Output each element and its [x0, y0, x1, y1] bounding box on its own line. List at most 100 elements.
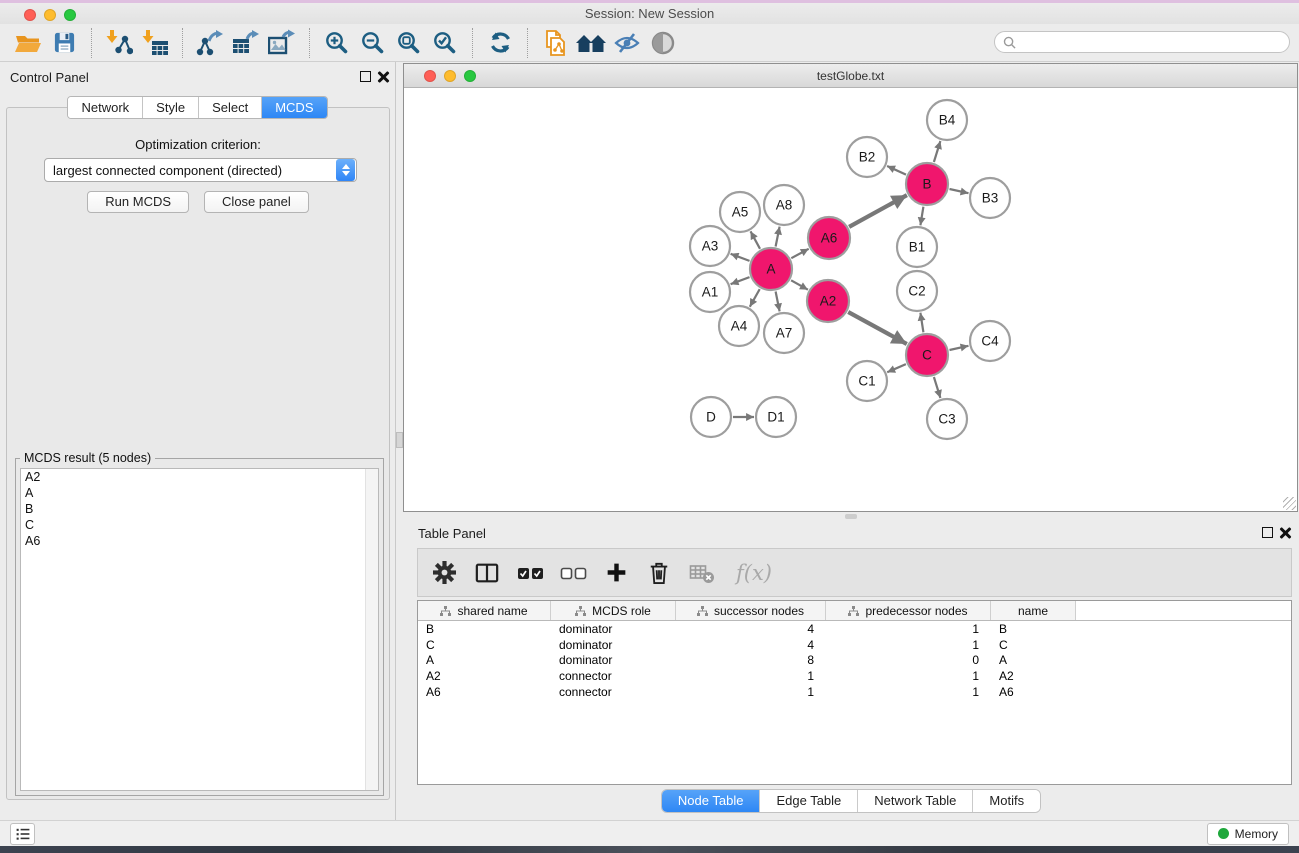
graph-node-A[interactable]: A	[750, 248, 792, 290]
table-cell[interactable]: A6	[991, 685, 1076, 699]
search-input[interactable]	[1021, 35, 1281, 50]
graph-node-B4[interactable]: B4	[927, 100, 967, 140]
tab-network[interactable]: Network	[68, 97, 142, 118]
table-cell[interactable]: A6	[418, 685, 551, 699]
table-cell[interactable]: 8	[676, 653, 826, 667]
edge-A-A2[interactable]	[791, 280, 808, 289]
horizontal-splitter-grip[interactable]	[845, 514, 857, 519]
tab-network-table[interactable]: Network Table	[857, 790, 972, 812]
graph-node-D1[interactable]: D1	[756, 397, 796, 437]
table-cell[interactable]: A2	[991, 669, 1076, 683]
open-session-button[interactable]	[10, 27, 46, 59]
deselect-all-button[interactable]	[559, 559, 587, 587]
edge-A-A1[interactable]	[731, 277, 750, 284]
edge-B-B3[interactable]	[950, 189, 969, 193]
delete-table-button[interactable]	[688, 559, 716, 587]
edge-A-A5[interactable]	[751, 231, 761, 249]
graph-node-A8[interactable]: A8	[764, 185, 804, 225]
mcds-result-list[interactable]: A2ABCA6	[20, 468, 379, 791]
hide-details-button[interactable]	[609, 27, 645, 59]
zoom-window-button[interactable]	[464, 70, 476, 82]
graph-node-A5[interactable]: A5	[720, 192, 760, 232]
table-row[interactable]: A2connector11A2	[418, 668, 1291, 684]
minimize-window-button[interactable]	[44, 9, 56, 21]
tab-select[interactable]: Select	[198, 97, 261, 118]
edge-C-C3[interactable]	[934, 377, 941, 398]
network-window-titlebar[interactable]: testGlobe.txt	[404, 64, 1297, 88]
table-cell[interactable]: 1	[676, 669, 826, 683]
vertical-splitter-grip[interactable]	[396, 432, 403, 448]
edge-A6-B[interactable]	[849, 195, 907, 227]
table-settings-button[interactable]	[430, 559, 458, 587]
graph-node-B2[interactable]: B2	[847, 137, 887, 177]
run-mcds-button[interactable]: Run MCDS	[87, 191, 189, 213]
table-cell[interactable]: connector	[551, 669, 676, 683]
export-image-button[interactable]	[264, 27, 300, 59]
close-panel-button[interactable]: Close panel	[204, 191, 309, 213]
mcds-result-item[interactable]: C	[21, 517, 378, 533]
table-row[interactable]: A6connector11A6	[418, 684, 1291, 700]
edge-B-B2[interactable]	[887, 166, 906, 175]
table-cell[interactable]: A	[418, 653, 551, 667]
edge-B-B1[interactable]	[920, 207, 923, 226]
edge-C-C2[interactable]	[920, 313, 923, 333]
table-cell[interactable]: dominator	[551, 622, 676, 636]
graph-node-A2[interactable]: A2	[807, 280, 849, 322]
close-window-button[interactable]	[24, 9, 36, 21]
close-window-button[interactable]	[424, 70, 436, 82]
float-panel-icon[interactable]	[1262, 527, 1273, 538]
table-cell[interactable]: dominator	[551, 638, 676, 652]
graph-node-A3[interactable]: A3	[690, 226, 730, 266]
delete-column-button[interactable]	[645, 559, 673, 587]
graph-node-B1[interactable]: B1	[897, 227, 937, 267]
criterion-select[interactable]: largest connected component (directed)	[44, 158, 357, 182]
table-cell[interactable]: 4	[676, 622, 826, 636]
graph-node-C1[interactable]: C1	[847, 361, 887, 401]
table-cell[interactable]: A	[991, 653, 1076, 667]
table-cell[interactable]: 1	[826, 638, 991, 652]
zoom-window-button[interactable]	[64, 9, 76, 21]
zoom-in-button[interactable]	[319, 27, 355, 59]
copy-network-style-button[interactable]	[537, 27, 573, 59]
zoom-selected-button[interactable]	[427, 27, 463, 59]
column-header-shared-name[interactable]: shared name	[418, 601, 551, 620]
graph-node-C4[interactable]: C4	[970, 321, 1010, 361]
table-row[interactable]: Adominator80A	[418, 653, 1291, 669]
table-cell[interactable]: 1	[826, 685, 991, 699]
column-header-mcds-role[interactable]: MCDS role	[551, 601, 676, 620]
table-cell[interactable]: 1	[676, 685, 826, 699]
memory-button[interactable]: Memory	[1207, 823, 1289, 845]
node-table[interactable]: shared nameMCDS rolesuccessor nodesprede…	[417, 600, 1292, 785]
edge-A-A4[interactable]	[750, 289, 760, 307]
table-cell[interactable]: B	[418, 622, 551, 636]
show-details-button[interactable]	[645, 27, 681, 59]
save-session-button[interactable]	[46, 27, 82, 59]
import-network-button[interactable]	[101, 27, 137, 59]
graph-node-A1[interactable]: A1	[690, 272, 730, 312]
table-cell[interactable]: C	[991, 638, 1076, 652]
float-panel-icon[interactable]	[360, 71, 371, 82]
graph-node-A7[interactable]: A7	[764, 313, 804, 353]
table-row[interactable]: Cdominator41C	[418, 637, 1291, 653]
graph-node-C2[interactable]: C2	[897, 271, 937, 311]
edge-C-C1[interactable]	[887, 364, 906, 372]
table-cell[interactable]: 4	[676, 638, 826, 652]
scrollbar-track[interactable]	[365, 469, 378, 790]
tab-edge-table[interactable]: Edge Table	[759, 790, 857, 812]
mcds-result-item[interactable]: A6	[21, 533, 378, 549]
edge-A-A8[interactable]	[776, 227, 780, 247]
graph-node-B3[interactable]: B3	[970, 178, 1010, 218]
table-cell[interactable]: connector	[551, 685, 676, 699]
table-cell[interactable]: 1	[826, 622, 991, 636]
select-all-button[interactable]	[516, 559, 544, 587]
edge-A2-C[interactable]	[848, 312, 907, 344]
function-builder-button[interactable]: f(x)	[731, 559, 777, 587]
graph-node-B[interactable]: B	[906, 163, 948, 205]
graph-node-A6[interactable]: A6	[808, 217, 850, 259]
table-cell[interactable]: 0	[826, 653, 991, 667]
table-cell[interactable]: dominator	[551, 653, 676, 667]
edge-A-A6[interactable]	[791, 249, 808, 258]
close-panel-icon[interactable]	[377, 71, 389, 83]
table-cell[interactable]: A2	[418, 669, 551, 683]
tab-node-table[interactable]: Node Table	[662, 790, 760, 812]
